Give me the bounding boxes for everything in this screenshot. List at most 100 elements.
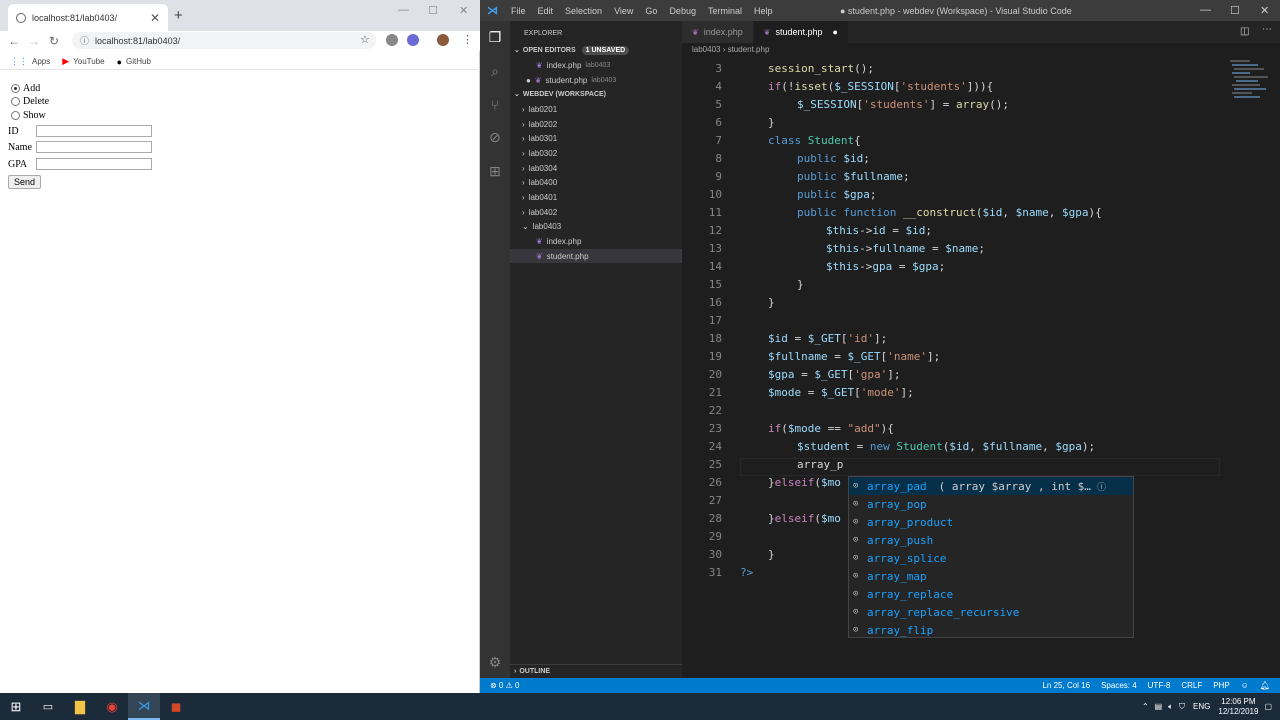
close-window-icon[interactable]: ✕	[459, 4, 468, 17]
new-tab-icon[interactable]: +	[174, 7, 183, 24]
open-editor-student[interactable]: ● ❦ student.php lab0403	[510, 73, 682, 87]
menu-kebab-icon[interactable]: ⋮	[462, 33, 473, 46]
name-field[interactable]	[36, 141, 152, 153]
breadcrumb[interactable]: lab0403 › student.php	[692, 45, 769, 54]
back-icon[interactable]: ←	[4, 34, 24, 48]
file-index-php[interactable]: ❦ index.php	[510, 234, 682, 248]
split-editor-icon[interactable]: ◫	[1240, 26, 1249, 37]
smiley-icon[interactable]: ☺	[1241, 681, 1249, 690]
minimize-icon[interactable]: —	[398, 4, 409, 16]
notifications-icon[interactable]: ▢	[1264, 702, 1272, 711]
avatar[interactable]	[437, 34, 449, 46]
folder-lab0304[interactable]: › lab0304	[510, 161, 682, 175]
indentation[interactable]: Spaces: 4	[1101, 681, 1137, 690]
radio-button[interactable]	[11, 97, 20, 106]
folder-lab0400[interactable]: › lab0400	[510, 175, 682, 189]
file-student-php[interactable]: ❦ student.php	[510, 249, 682, 263]
extensions-icon[interactable]: ⊞	[486, 162, 504, 180]
menu-help[interactable]: Help	[748, 6, 779, 16]
minimize-icon[interactable]: —	[1200, 4, 1211, 16]
open-editors-header[interactable]: ⌄ OPEN EDITORS 1 UNSAVED	[510, 43, 682, 57]
folder-lab0403[interactable]: ⌄ lab0403	[510, 219, 682, 233]
radio-button[interactable]	[11, 84, 20, 93]
info-icon[interactable]: ⓘ	[1097, 480, 1106, 493]
extension-icon[interactable]	[386, 34, 398, 46]
suggestion-item[interactable]: ⊙ array_flip	[849, 621, 1133, 639]
powerpoint-icon[interactable]: ◼	[160, 693, 192, 720]
unsaved-dot-icon[interactable]: ●	[526, 76, 531, 85]
debug-icon[interactable]: ⊘	[486, 128, 504, 146]
suggestion-item[interactable]: ⊙ array_map	[849, 567, 1133, 585]
network-icon[interactable]: ▤	[1155, 702, 1163, 711]
shield-icon[interactable]: ⛉	[1179, 702, 1185, 712]
reload-icon[interactable]: ↻	[44, 34, 64, 48]
suggestion-item[interactable]: ⊙ array_push	[849, 531, 1133, 549]
minimap[interactable]	[1230, 58, 1274, 108]
browser-tab[interactable]: localhost:81/lab0403/ ✕	[8, 4, 168, 31]
gear-icon[interactable]: ⚙	[486, 653, 504, 671]
suggestion-item[interactable]: ⊙ array_pop	[849, 495, 1133, 513]
tab-index-php[interactable]: ❦ index.php	[682, 21, 754, 43]
menu-go[interactable]: Go	[639, 6, 663, 16]
cursor-position[interactable]: Ln 25, Col 16	[1042, 681, 1090, 690]
file-explorer-icon[interactable]: ▇	[64, 693, 96, 720]
search-icon[interactable]: ⌕	[486, 62, 504, 80]
start-windows-icon[interactable]: ⊞	[0, 693, 32, 720]
folder-lab0301[interactable]: › lab0301	[510, 131, 682, 145]
suggestion-item[interactable]: ⊙ array_splice	[849, 549, 1133, 567]
maximize-icon[interactable]: ☐	[428, 4, 438, 17]
task-view-icon[interactable]: ▭	[32, 693, 64, 720]
folder-lab0401[interactable]: › lab0401	[510, 190, 682, 204]
open-editor-index[interactable]: ❦ index.php lab0403	[510, 58, 682, 72]
menu-edit[interactable]: Edit	[532, 6, 560, 16]
folder-lab0402[interactable]: › lab0402	[510, 205, 682, 219]
outline-header[interactable]: › OUTLINE	[510, 664, 682, 678]
vscode-icon[interactable]: ⋊	[128, 693, 160, 720]
menu-debug[interactable]: Debug	[663, 6, 702, 16]
menu-selection[interactable]: Selection	[559, 6, 608, 16]
address-bar[interactable]: ⓘ localhost:81/lab0403/	[72, 32, 376, 49]
bookmark-youtube[interactable]: ▶ YouTube	[62, 56, 104, 67]
unsaved-dot-icon[interactable]: ●	[833, 27, 838, 37]
send-button[interactable]: Send	[8, 175, 42, 189]
menu-file[interactable]: File	[505, 6, 532, 16]
close-tab-icon[interactable]: ✕	[150, 11, 160, 25]
clock[interactable]: 12:06 PM 12/12/2019	[1218, 697, 1258, 717]
more-actions-icon[interactable]: ⋯	[1262, 24, 1272, 35]
suggestion-item[interactable]: ⊙ array_pad ( array $array , int $… ⓘ	[849, 477, 1133, 495]
problems-indicator[interactable]: ⊗ 0 ⚠ 0	[480, 681, 519, 690]
radio-show[interactable]: Show	[11, 110, 46, 121]
extension-icon[interactable]	[407, 34, 419, 46]
suggestion-item[interactable]: ⊙ array_replace	[849, 585, 1133, 603]
radio-button[interactable]	[11, 111, 20, 120]
menu-terminal[interactable]: Terminal	[702, 6, 748, 16]
line-ending[interactable]: CRLF	[1181, 681, 1202, 690]
folder-lab0302[interactable]: › lab0302	[510, 146, 682, 160]
info-icon[interactable]: ⓘ	[80, 34, 89, 47]
tab-student-php[interactable]: ❦ student.php ●	[753, 21, 849, 43]
gpa-field[interactable]	[36, 158, 152, 170]
language-indicator[interactable]: ENG	[1193, 702, 1210, 711]
folder-lab0201[interactable]: › lab0201	[510, 102, 682, 116]
bookmark-apps[interactable]: ⋮⋮ Apps	[10, 56, 50, 67]
menu-view[interactable]: View	[608, 6, 639, 16]
explorer-icon[interactable]: ❐	[486, 28, 504, 46]
bookmark-star-icon[interactable]: ☆	[360, 33, 370, 46]
close-window-icon[interactable]: ✕	[1260, 4, 1269, 17]
encoding[interactable]: UTF-8	[1148, 681, 1171, 690]
suggestion-item[interactable]: ⊙ array_replace_recursive	[849, 603, 1133, 621]
bell-icon[interactable]: 🔔︎	[1260, 681, 1270, 690]
id-field[interactable]	[36, 125, 152, 137]
forward-icon[interactable]: →	[24, 34, 44, 48]
maximize-icon[interactable]: ☐	[1230, 4, 1240, 17]
source-control-icon[interactable]: ⑂	[486, 96, 504, 114]
radio-delete[interactable]: Delete	[11, 96, 49, 107]
folder-lab0202[interactable]: › lab0202	[510, 117, 682, 131]
suggestion-item[interactable]: ⊙ array_product	[849, 513, 1133, 531]
chrome-icon[interactable]: ◉	[96, 693, 128, 720]
chevron-up-icon[interactable]: ⌃	[1142, 702, 1149, 711]
volume-icon[interactable]: 🔈︎	[1168, 702, 1173, 712]
workspace-header[interactable]: ⌄ WEBDEV (WORKSPACE)	[510, 87, 682, 101]
language-mode[interactable]: PHP	[1213, 681, 1229, 690]
bookmark-github[interactable]: ● GitHub	[117, 57, 151, 67]
